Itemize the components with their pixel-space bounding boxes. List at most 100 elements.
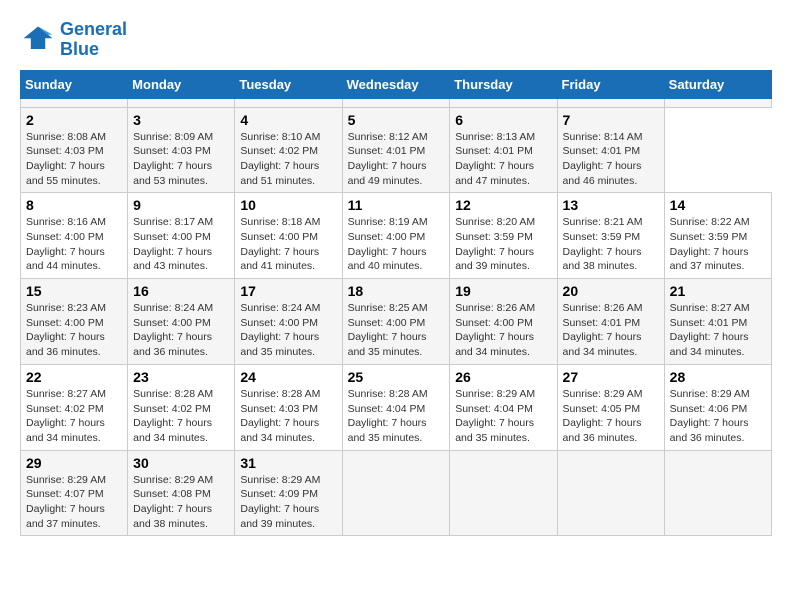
day-header-tuesday: Tuesday	[235, 70, 342, 98]
day-number: 9	[133, 197, 229, 213]
calendar-day-cell: 10 Sunrise: 8:18 AM Sunset: 4:00 PM Dayl…	[235, 193, 342, 279]
empty-cell	[21, 98, 128, 107]
day-number: 26	[455, 369, 551, 385]
day-number: 25	[348, 369, 445, 385]
day-number: 20	[563, 283, 659, 299]
empty-cell	[450, 98, 557, 107]
day-number: 5	[348, 112, 445, 128]
calendar-day-cell: 31 Sunrise: 8:29 AM Sunset: 4:09 PM Dayl…	[235, 450, 342, 536]
day-number: 14	[670, 197, 766, 213]
day-number: 6	[455, 112, 551, 128]
day-info: Sunrise: 8:13 AM Sunset: 4:01 PM Dayligh…	[455, 130, 551, 189]
empty-cell	[664, 98, 771, 107]
day-number: 17	[240, 283, 336, 299]
calendar-day-cell: 8 Sunrise: 8:16 AM Sunset: 4:00 PM Dayli…	[21, 193, 128, 279]
day-header-saturday: Saturday	[664, 70, 771, 98]
day-number: 19	[455, 283, 551, 299]
calendar-day-cell: 28 Sunrise: 8:29 AM Sunset: 4:06 PM Dayl…	[664, 364, 771, 450]
calendar-day-cell: 18 Sunrise: 8:25 AM Sunset: 4:00 PM Dayl…	[342, 279, 450, 365]
day-info: Sunrise: 8:22 AM Sunset: 3:59 PM Dayligh…	[670, 215, 766, 274]
day-number: 21	[670, 283, 766, 299]
logo-icon	[20, 22, 56, 58]
calendar-day-cell: 5 Sunrise: 8:12 AM Sunset: 4:01 PM Dayli…	[342, 107, 450, 193]
day-number: 27	[563, 369, 659, 385]
day-info: Sunrise: 8:12 AM Sunset: 4:01 PM Dayligh…	[348, 130, 445, 189]
empty-cell	[557, 98, 664, 107]
day-header-wednesday: Wednesday	[342, 70, 450, 98]
day-number: 3	[133, 112, 229, 128]
calendar-day-cell: 7 Sunrise: 8:14 AM Sunset: 4:01 PM Dayli…	[557, 107, 664, 193]
day-header-monday: Monday	[128, 70, 235, 98]
day-info: Sunrise: 8:24 AM Sunset: 4:00 PM Dayligh…	[240, 301, 336, 360]
calendar-day-cell: 22 Sunrise: 8:27 AM Sunset: 4:02 PM Dayl…	[21, 364, 128, 450]
calendar-day-cell: 4 Sunrise: 8:10 AM Sunset: 4:02 PM Dayli…	[235, 107, 342, 193]
empty-cell	[664, 450, 771, 536]
calendar-day-cell: 14 Sunrise: 8:22 AM Sunset: 3:59 PM Dayl…	[664, 193, 771, 279]
calendar-day-cell: 9 Sunrise: 8:17 AM Sunset: 4:00 PM Dayli…	[128, 193, 235, 279]
empty-cell	[342, 98, 450, 107]
calendar-day-cell: 25 Sunrise: 8:28 AM Sunset: 4:04 PM Dayl…	[342, 364, 450, 450]
day-info: Sunrise: 8:29 AM Sunset: 4:07 PM Dayligh…	[26, 473, 122, 532]
calendar-week-row: 15 Sunrise: 8:23 AM Sunset: 4:00 PM Dayl…	[21, 279, 772, 365]
calendar-day-cell: 15 Sunrise: 8:23 AM Sunset: 4:00 PM Dayl…	[21, 279, 128, 365]
day-info: Sunrise: 8:17 AM Sunset: 4:00 PM Dayligh…	[133, 215, 229, 274]
day-info: Sunrise: 8:10 AM Sunset: 4:02 PM Dayligh…	[240, 130, 336, 189]
day-number: 15	[26, 283, 122, 299]
calendar-week-row	[21, 98, 772, 107]
day-info: Sunrise: 8:28 AM Sunset: 4:02 PM Dayligh…	[133, 387, 229, 446]
day-info: Sunrise: 8:27 AM Sunset: 4:02 PM Dayligh…	[26, 387, 122, 446]
calendar-day-cell: 27 Sunrise: 8:29 AM Sunset: 4:05 PM Dayl…	[557, 364, 664, 450]
day-number: 30	[133, 455, 229, 471]
day-info: Sunrise: 8:08 AM Sunset: 4:03 PM Dayligh…	[26, 130, 122, 189]
day-number: 8	[26, 197, 122, 213]
day-info: Sunrise: 8:14 AM Sunset: 4:01 PM Dayligh…	[563, 130, 659, 189]
day-number: 11	[348, 197, 445, 213]
day-info: Sunrise: 8:09 AM Sunset: 4:03 PM Dayligh…	[133, 130, 229, 189]
empty-cell	[557, 450, 664, 536]
calendar-day-cell: 21 Sunrise: 8:27 AM Sunset: 4:01 PM Dayl…	[664, 279, 771, 365]
day-info: Sunrise: 8:26 AM Sunset: 4:00 PM Dayligh…	[455, 301, 551, 360]
day-number: 24	[240, 369, 336, 385]
day-number: 28	[670, 369, 766, 385]
day-info: Sunrise: 8:29 AM Sunset: 4:09 PM Dayligh…	[240, 473, 336, 532]
calendar-day-cell: 19 Sunrise: 8:26 AM Sunset: 4:00 PM Dayl…	[450, 279, 557, 365]
day-number: 29	[26, 455, 122, 471]
page-header: General Blue	[20, 20, 772, 60]
empty-cell	[128, 98, 235, 107]
calendar-day-cell: 26 Sunrise: 8:29 AM Sunset: 4:04 PM Dayl…	[450, 364, 557, 450]
calendar-week-row: 29 Sunrise: 8:29 AM Sunset: 4:07 PM Dayl…	[21, 450, 772, 536]
day-number: 16	[133, 283, 229, 299]
day-info: Sunrise: 8:18 AM Sunset: 4:00 PM Dayligh…	[240, 215, 336, 274]
calendar-week-row: 22 Sunrise: 8:27 AM Sunset: 4:02 PM Dayl…	[21, 364, 772, 450]
calendar-week-row: 8 Sunrise: 8:16 AM Sunset: 4:00 PM Dayli…	[21, 193, 772, 279]
day-info: Sunrise: 8:29 AM Sunset: 4:05 PM Dayligh…	[563, 387, 659, 446]
day-number: 31	[240, 455, 336, 471]
day-number: 12	[455, 197, 551, 213]
empty-cell	[235, 98, 342, 107]
day-info: Sunrise: 8:29 AM Sunset: 4:06 PM Dayligh…	[670, 387, 766, 446]
day-info: Sunrise: 8:29 AM Sunset: 4:04 PM Dayligh…	[455, 387, 551, 446]
calendar-day-cell: 23 Sunrise: 8:28 AM Sunset: 4:02 PM Dayl…	[128, 364, 235, 450]
logo: General Blue	[20, 20, 127, 60]
day-number: 4	[240, 112, 336, 128]
calendar-week-row: 2 Sunrise: 8:08 AM Sunset: 4:03 PM Dayli…	[21, 107, 772, 193]
calendar-day-cell: 6 Sunrise: 8:13 AM Sunset: 4:01 PM Dayli…	[450, 107, 557, 193]
logo-text: General Blue	[60, 20, 127, 60]
calendar-day-cell: 20 Sunrise: 8:26 AM Sunset: 4:01 PM Dayl…	[557, 279, 664, 365]
calendar-day-cell: 13 Sunrise: 8:21 AM Sunset: 3:59 PM Dayl…	[557, 193, 664, 279]
day-number: 7	[563, 112, 659, 128]
calendar-table: SundayMondayTuesdayWednesdayThursdayFrid…	[20, 70, 772, 537]
day-header-thursday: Thursday	[450, 70, 557, 98]
empty-cell	[342, 450, 450, 536]
day-info: Sunrise: 8:23 AM Sunset: 4:00 PM Dayligh…	[26, 301, 122, 360]
empty-cell	[450, 450, 557, 536]
day-number: 13	[563, 197, 659, 213]
calendar-day-cell: 2 Sunrise: 8:08 AM Sunset: 4:03 PM Dayli…	[21, 107, 128, 193]
day-info: Sunrise: 8:20 AM Sunset: 3:59 PM Dayligh…	[455, 215, 551, 274]
calendar-day-cell: 29 Sunrise: 8:29 AM Sunset: 4:07 PM Dayl…	[21, 450, 128, 536]
day-header-sunday: Sunday	[21, 70, 128, 98]
day-info: Sunrise: 8:26 AM Sunset: 4:01 PM Dayligh…	[563, 301, 659, 360]
day-number: 22	[26, 369, 122, 385]
day-info: Sunrise: 8:28 AM Sunset: 4:04 PM Dayligh…	[348, 387, 445, 446]
day-info: Sunrise: 8:29 AM Sunset: 4:08 PM Dayligh…	[133, 473, 229, 532]
